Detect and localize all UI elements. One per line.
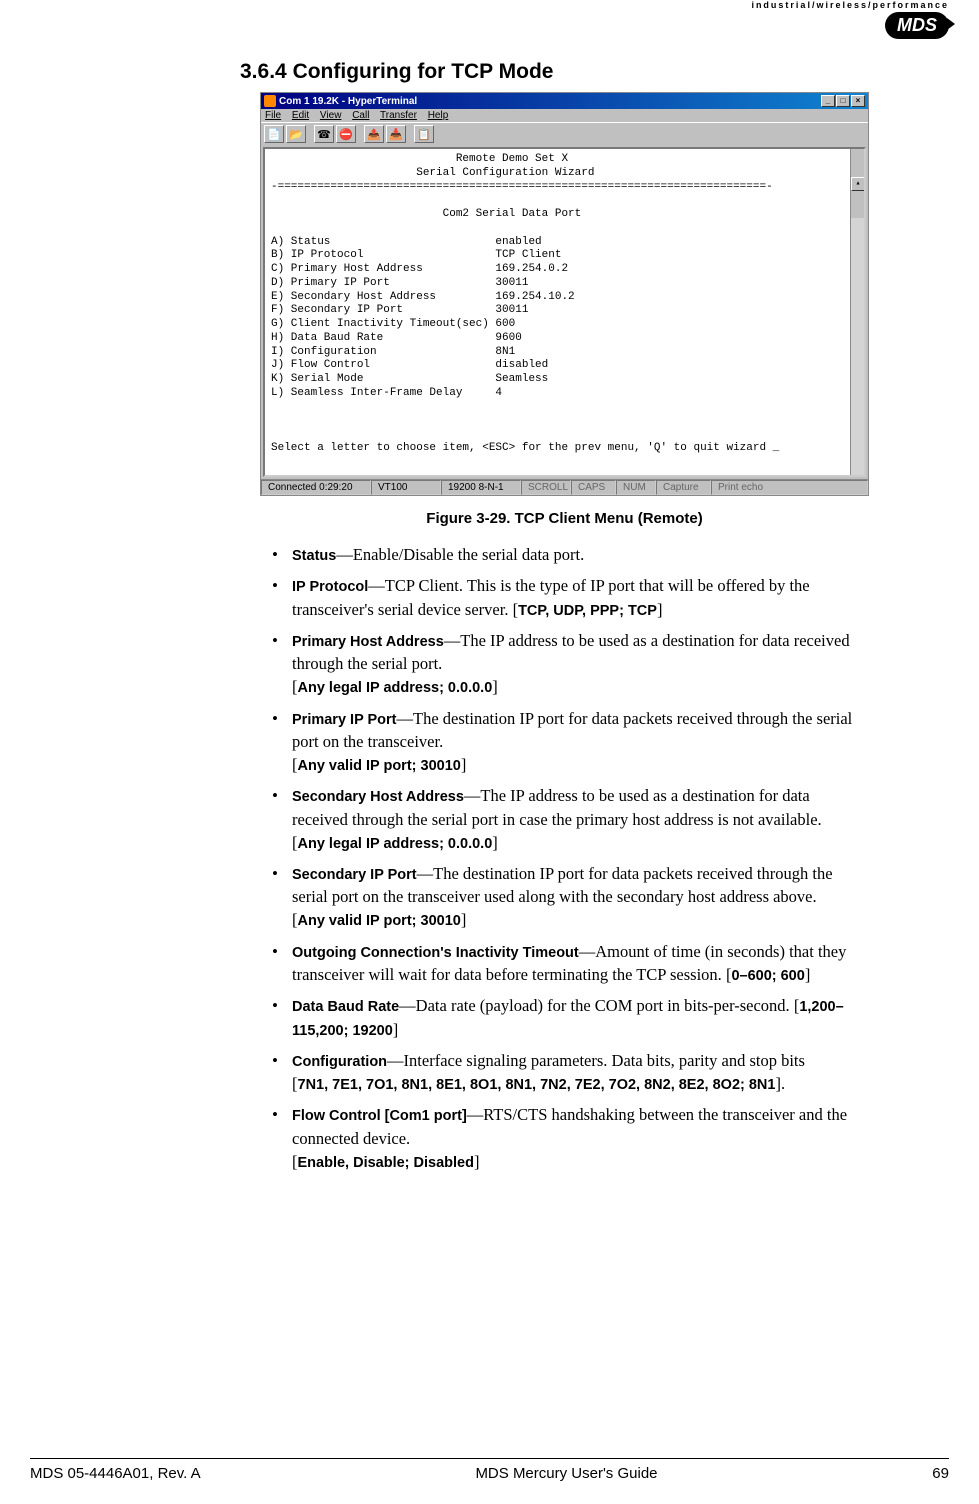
main-content: 3.6.4 Configuring for TCP Mode Com 1 19.…	[0, 0, 979, 1173]
bullet-item: Secondary Host Address—The IP address to…	[260, 784, 869, 854]
bullet-item: Flow Control [Com1 port]—RTS/CTS handsha…	[260, 1103, 869, 1173]
bullet-label: Secondary IP Port	[292, 867, 417, 883]
bullet-item: Primary IP Port—The destination IP port …	[260, 707, 869, 777]
status-connected: Connected 0:29:20	[261, 480, 371, 495]
bullet-desc: Interface signaling parameters. Data bit…	[404, 1051, 805, 1070]
bullets-list: Status—Enable/Disable the serial data po…	[260, 543, 869, 1173]
bullet-range: TCP, UDP, PPP; TCP	[518, 603, 657, 619]
section-number: 3.6.4	[240, 60, 287, 83]
status-caps: CAPS	[571, 480, 616, 495]
terminal-window: Com 1 19.2K - HyperTerminal _ □ × File E…	[260, 92, 869, 496]
minimize-button[interactable]: _	[821, 95, 835, 107]
menu-transfer[interactable]: Transfer	[380, 110, 417, 121]
status-capture: Capture	[656, 480, 711, 495]
menu-file[interactable]: File	[265, 110, 281, 121]
bullet-range: Enable, Disable; Disabled	[298, 1155, 474, 1171]
bullet-range: 7N1, 7E1, 7O1, 8N1, 8E1, 8O1, 8N1, 7N2, …	[298, 1077, 776, 1093]
bullet-range: Any legal IP address; 0.0.0.0	[298, 680, 493, 696]
status-scroll: SCROLL	[521, 480, 571, 495]
bullet-desc: Data rate (payload) for the COM port in …	[416, 996, 790, 1015]
window-title: Com 1 19.2K - HyperTerminal	[279, 96, 417, 107]
terminal-subheader: Com2 Serial Data Port	[271, 208, 581, 220]
statusbar: Connected 0:29:20 VT100 19200 8-N-1 SCRO…	[261, 479, 868, 495]
menu-view[interactable]: View	[320, 110, 342, 121]
footer-left: MDS 05-4446A01, Rev. A	[30, 1465, 201, 1482]
mds-logo: MDS	[885, 12, 949, 39]
bullet-label: Data Baud Rate	[292, 999, 399, 1015]
bullet-label: Secondary Host Address	[292, 789, 464, 805]
bullet-item: IP Protocol—TCP Client. This is the type…	[260, 574, 869, 621]
status-speed: 19200 8-N-1	[441, 480, 521, 495]
bullet-label: Status	[292, 548, 336, 564]
terminal-body[interactable]: Remote Demo Set X Serial Configuration W…	[263, 147, 866, 477]
bullet-range: 0–600; 600	[731, 968, 804, 984]
footer-center: MDS Mercury User's Guide	[475, 1465, 657, 1482]
scroll-up-icon[interactable]: ▴	[851, 177, 865, 191]
header-logo-block: industrial/wireless/performance MDS	[751, 0, 949, 39]
terminal-header-line: Remote Demo Set X Serial Configuration W…	[271, 153, 594, 179]
tool-connect-icon[interactable]: ☎	[314, 125, 334, 143]
bullet-item: Primary Host Address—The IP address to b…	[260, 629, 869, 699]
status-emulation: VT100	[371, 480, 441, 495]
menu-edit[interactable]: Edit	[292, 110, 309, 121]
figure-caption: Figure 3-29. TCP Client Menu (Remote)	[260, 510, 869, 527]
app-icon	[264, 95, 276, 107]
terminal-rows: A) Status enabled B) IP Protocol TCP Cli…	[271, 236, 575, 399]
bullet-label: Outgoing Connection's Inactivity Timeout	[292, 945, 579, 961]
bullet-range: Any legal IP address; 0.0.0.0	[298, 836, 493, 852]
close-button[interactable]: ×	[851, 95, 865, 107]
section-title: 3.6.4 Configuring for TCP Mode	[240, 60, 869, 84]
terminal-prompt: Select a letter to choose item, <ESC> fo…	[271, 442, 779, 454]
bullet-item: Data Baud Rate—Data rate (payload) for t…	[260, 994, 869, 1041]
status-num: NUM	[616, 480, 656, 495]
page-footer: MDS 05-4446A01, Rev. A MDS Mercury User'…	[30, 1458, 949, 1482]
menu-help[interactable]: Help	[428, 110, 449, 121]
bullet-label: Configuration	[292, 1054, 387, 1070]
header-tagline: industrial/wireless/performance	[751, 0, 949, 10]
bullet-label: Primary Host Address	[292, 634, 444, 650]
maximize-button[interactable]: □	[836, 95, 850, 107]
menubar: File Edit View Call Transfer Help	[261, 109, 868, 122]
bullet-range: Any valid IP port; 30010	[298, 913, 461, 929]
titlebar: Com 1 19.2K - HyperTerminal _ □ ×	[261, 93, 868, 109]
bullet-range: Any valid IP port; 30010	[298, 758, 461, 774]
footer-right: 69	[932, 1465, 949, 1482]
bullet-label: IP Protocol	[292, 579, 368, 595]
tool-props-icon[interactable]: 📋	[414, 125, 434, 143]
bullet-item: Outgoing Connection's Inactivity Timeout…	[260, 940, 869, 987]
tool-new-icon[interactable]: 📄	[264, 125, 284, 143]
bullet-item: Status—Enable/Disable the serial data po…	[260, 543, 869, 566]
bullet-desc: Enable/Disable the serial data port.	[353, 545, 584, 564]
bullet-label: Primary IP Port	[292, 712, 397, 728]
menu-call[interactable]: Call	[352, 110, 369, 121]
tool-disconnect-icon[interactable]: ⛔	[336, 125, 356, 143]
toolbar: 📄 📂 ☎ ⛔ 📤 📥 📋	[261, 122, 868, 145]
terminal-scrollbar[interactable]: ▴ ▾	[850, 149, 864, 475]
bullet-item: Secondary IP Port—The destination IP por…	[260, 862, 869, 932]
tool-open-icon[interactable]: 📂	[286, 125, 306, 143]
bullet-label: Flow Control [Com1 port]	[292, 1108, 467, 1124]
tool-send-icon[interactable]: 📤	[364, 125, 384, 143]
section-name: Configuring for TCP Mode	[293, 60, 554, 83]
status-echo: Print echo	[711, 480, 868, 495]
window-controls: _ □ ×	[821, 95, 865, 107]
bullet-item: Configuration—Interface signaling parame…	[260, 1049, 869, 1096]
tool-receive-icon[interactable]: 📥	[386, 125, 406, 143]
terminal-sep-line: -=======================================…	[271, 181, 773, 193]
